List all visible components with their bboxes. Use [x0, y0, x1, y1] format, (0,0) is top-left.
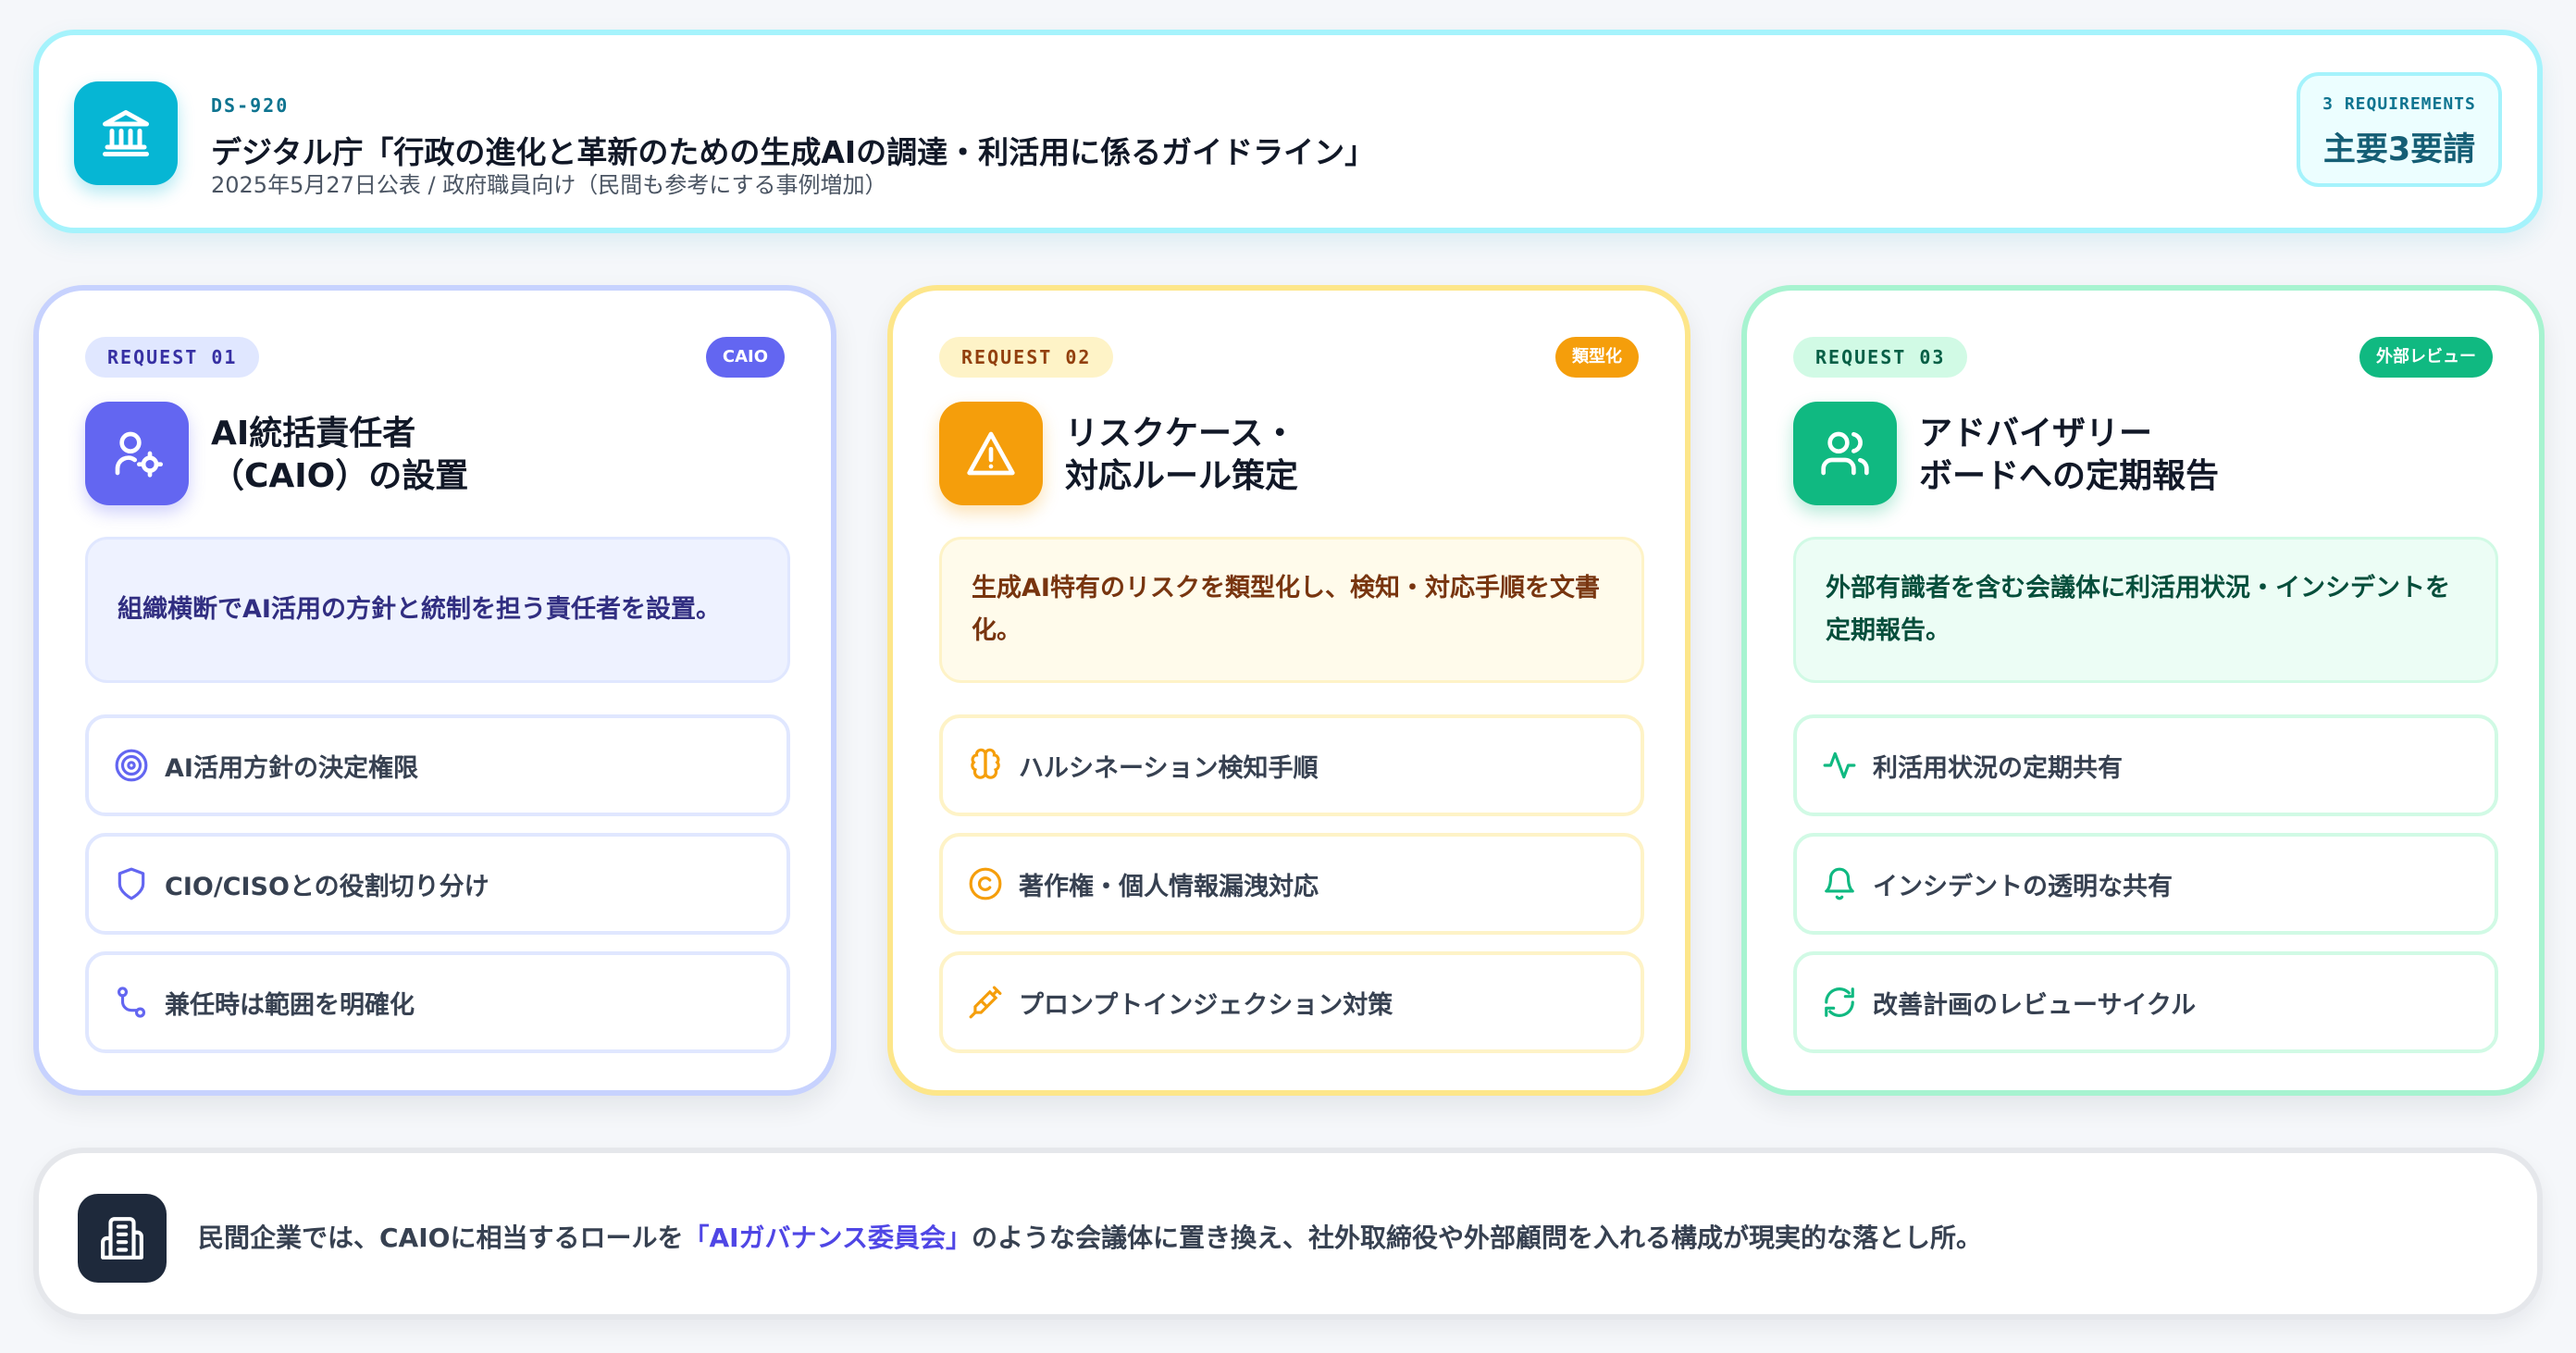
- card-title: AI統括責任者 （CAIO）の設置: [211, 415, 469, 495]
- page-title: デジタル庁「行政の進化と革新のための生成AIの調達・利活用に係るガイドライン」: [211, 134, 1376, 170]
- list-item: AI活用方針の決定権限: [85, 714, 790, 816]
- list-item-label: 兼任時は範囲を明確化: [165, 990, 415, 1020]
- list-item: CIO/CISOとの役割切り分け: [85, 833, 790, 935]
- users-icon: [1793, 402, 1897, 505]
- card-description: 外部有識者を含む会議体に利活用状況・インシデントを定期報告。: [1793, 537, 2498, 683]
- document-code: DS-920: [211, 94, 290, 117]
- request-card-caio: REQUEST 01 CAIO AI統括責任者 （CAIO）の設置 組織横断でA…: [33, 285, 836, 1096]
- bell-icon: [1821, 865, 1858, 902]
- list-item: 改善計画のレビューサイクル: [1793, 951, 2498, 1053]
- list-item-label: インシデントの透明な共有: [1873, 872, 2173, 901]
- status-badge: CAIO: [705, 337, 785, 378]
- request-tag: REQUEST 03: [1793, 337, 1968, 378]
- requirements-value: 主要3要請: [2322, 131, 2476, 168]
- list-item: 兼任時は範囲を明確化: [85, 951, 790, 1053]
- warning-icon: [939, 402, 1043, 505]
- footer-text-before: 民間企業では、CAIOに相当するロールを: [198, 1223, 684, 1253]
- copyright-icon: [967, 865, 1004, 902]
- list-item: インシデントの透明な共有: [1793, 833, 2498, 935]
- shield-icon: [113, 865, 150, 902]
- syringe-icon: [967, 984, 1004, 1021]
- list-item-label: 改善計画のレビューサイクル: [1873, 990, 2197, 1020]
- building-icon: [78, 1194, 167, 1283]
- brain-icon: [967, 747, 1004, 784]
- list-item-label: CIO/CISOとの役割切り分け: [165, 872, 489, 901]
- card-title: リスクケース・ 対応ルール策定: [1065, 415, 1299, 495]
- request-card-advisory: REQUEST 03 外部レビュー アドバイザリー ボードへの定期報告 外部有識…: [1741, 285, 2545, 1096]
- requirements-summary: 3 REQUIREMENTS 主要3要請: [2297, 72, 2502, 187]
- request-tag: REQUEST 02: [939, 337, 1114, 378]
- request-card-risk: REQUEST 02 類型化 リスクケース・ 対応ルール策定 生成AI特有のリス…: [887, 285, 1690, 1096]
- card-description: 組織横断でAI活用の方針と統制を担う責任者を設置。: [85, 537, 790, 683]
- status-badge: 外部レビュー: [2359, 337, 2493, 378]
- request-tag: REQUEST 01: [85, 337, 260, 378]
- list-item-label: AI活用方針の決定権限: [165, 753, 418, 783]
- activity-icon: [1821, 747, 1858, 784]
- list-item-label: 著作権・個人情報漏洩対応: [1019, 872, 1319, 901]
- target-icon: [113, 747, 150, 784]
- page-subtitle: 2025年5月27日公表 / 政府職員向け（民間も参考にする事例増加）: [211, 172, 887, 198]
- list-item: ハルシネーション検知手順: [939, 714, 1644, 816]
- status-badge: 類型化: [1555, 337, 1639, 378]
- footer-note: 民間企業では、CAIOに相当するロールを「AIガバナンス委員会」のような会議体に…: [33, 1148, 2543, 1320]
- list-item: 利活用状況の定期共有: [1793, 714, 2498, 816]
- footer-text: 民間企業では、CAIOに相当するロールを「AIガバナンス委員会」のような会議体に…: [198, 1218, 1982, 1255]
- list-item-label: プロンプトインジェクション対策: [1019, 990, 1393, 1020]
- refresh-icon: [1821, 984, 1858, 1021]
- list-item-label: ハルシネーション検知手順: [1019, 753, 1319, 783]
- list-item: 著作権・個人情報漏洩対応: [939, 833, 1644, 935]
- footer-highlight: 「AIガバナンス委員会」: [683, 1223, 972, 1253]
- card-title: アドバイザリー ボードへの定期報告: [1919, 415, 2220, 495]
- list-item-label: 利活用状況の定期共有: [1873, 753, 2123, 783]
- list-item: プロンプトインジェクション対策: [939, 951, 1644, 1053]
- bank-icon: [74, 81, 178, 185]
- header-panel: DS-920 デジタル庁「行政の進化と革新のための生成AIの調達・利活用に係るガ…: [33, 30, 2543, 233]
- card-description: 生成AI特有のリスクを類型化し、検知・対応手順を文書化。: [939, 537, 1644, 683]
- user-gear-icon: [85, 402, 189, 505]
- route-icon: [113, 984, 150, 1021]
- footer-text-after: のような会議体に置き換え、社外取締役や外部顧問を入れる構成が現実的な落とし所。: [971, 1223, 1982, 1253]
- requirements-label: 3 REQUIREMENTS: [2322, 94, 2476, 114]
